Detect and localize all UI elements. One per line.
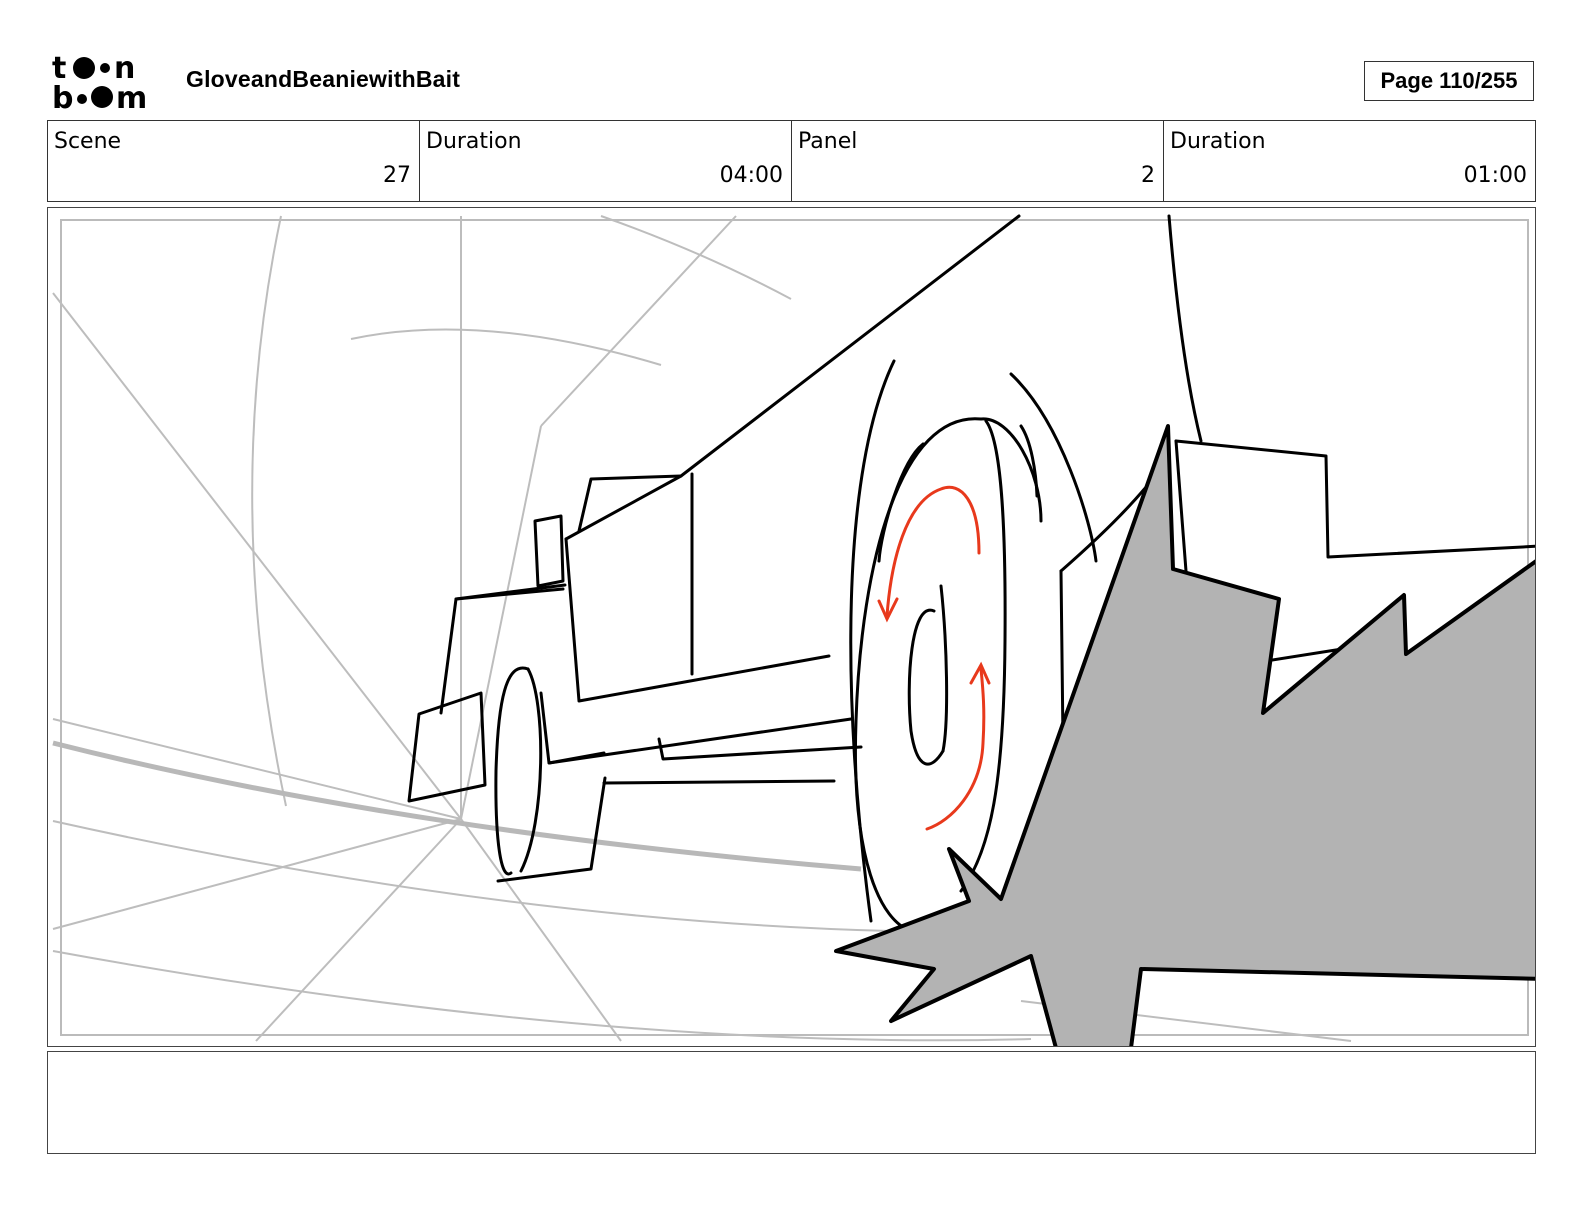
- scene-duration-value: 04:00: [719, 163, 783, 188]
- panel-duration-label: Duration: [1170, 129, 1266, 154]
- page-indicator: Page 110/255: [1364, 61, 1534, 101]
- motion-arrows: [877, 485, 991, 831]
- ground-line: [52, 740, 862, 872]
- scene-value: 27: [383, 163, 411, 188]
- svg-text:b: b: [52, 81, 73, 112]
- panel-notes: [47, 1051, 1536, 1154]
- scene-duration-label: Duration: [426, 129, 522, 154]
- scene-info-table: Scene 27 Duration 04:00 Panel 2 Duration…: [47, 120, 1536, 202]
- shadow-shape: [834, 424, 1535, 1046]
- scene-cell: Scene 27: [48, 121, 420, 201]
- panel-cell: Panel 2: [792, 121, 1164, 201]
- project-title: GloveandBeaniewithBait: [186, 66, 461, 92]
- scene-duration-cell: Duration 04:00: [420, 121, 792, 201]
- storyboard-panel: [47, 207, 1536, 1047]
- svg-text:m: m: [116, 81, 147, 112]
- panel-duration-cell: Duration 01:00: [1164, 121, 1535, 201]
- scene-label: Scene: [54, 129, 122, 154]
- toonboom-logo: t n b m: [52, 52, 147, 112]
- panel-duration-value: 01:00: [1463, 163, 1527, 188]
- panel-value: 2: [1141, 163, 1155, 188]
- storyboard-sketch: [52, 214, 1535, 1046]
- panel-label: Panel: [798, 129, 858, 154]
